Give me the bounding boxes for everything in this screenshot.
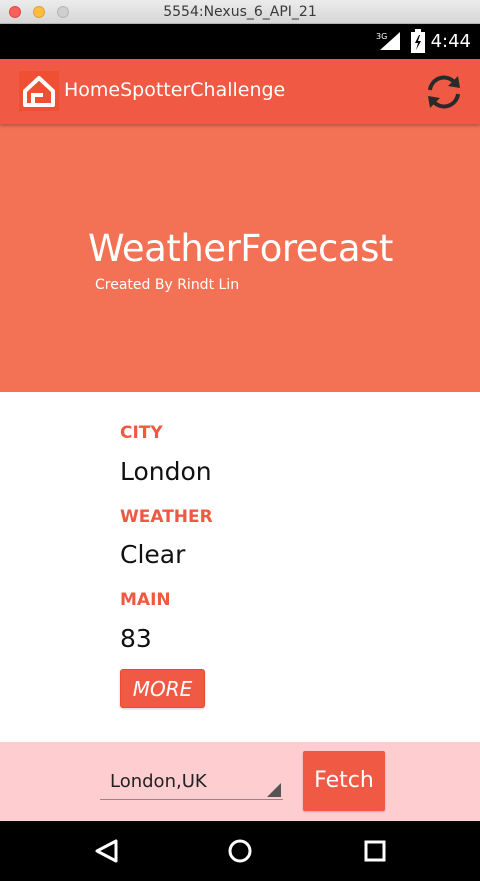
status-bar: 3G 4:44 <box>0 24 480 59</box>
city-value: London <box>120 457 212 486</box>
window-titlebar: 5554:Nexus_6_API_21 <box>0 0 480 24</box>
house-logo-icon <box>19 71 59 111</box>
hero-header: WeatherForecast Created By Rindt Lin <box>0 124 480 392</box>
navigation-bar <box>0 821 480 881</box>
city-select[interactable]: London,UK <box>100 760 283 800</box>
home-icon[interactable] <box>210 821 270 881</box>
status-time: 4:44 <box>430 31 471 52</box>
signal-icon: 3G <box>376 32 400 50</box>
back-icon[interactable] <box>76 821 136 881</box>
hero-subtitle: Created By Rindt Lin <box>95 277 240 293</box>
app-title: HomeSpotterChallenge <box>64 79 286 101</box>
refresh-icon[interactable] <box>422 70 466 114</box>
fetch-bar: London,UK Fetch <box>0 742 480 821</box>
more-button[interactable]: MORE <box>120 669 205 708</box>
network-type-label: 3G <box>376 32 387 41</box>
hero-title: WeatherForecast <box>88 227 393 270</box>
main-label: MAIN <box>120 590 171 610</box>
recents-icon[interactable] <box>345 821 405 881</box>
city-label: CITY <box>120 423 163 443</box>
battery-icon <box>411 29 425 53</box>
weather-value: Clear <box>120 540 186 569</box>
window-title: 5554:Nexus_6_API_21 <box>163 4 317 20</box>
app-bar: HomeSpotterChallenge <box>0 59 480 124</box>
dropdown-arrow-icon <box>267 783 281 797</box>
city-select-value: London,UK <box>110 771 207 792</box>
main-value: 83 <box>120 624 152 653</box>
weather-label: WEATHER <box>120 507 213 527</box>
fetch-button[interactable]: Fetch <box>303 751 385 811</box>
